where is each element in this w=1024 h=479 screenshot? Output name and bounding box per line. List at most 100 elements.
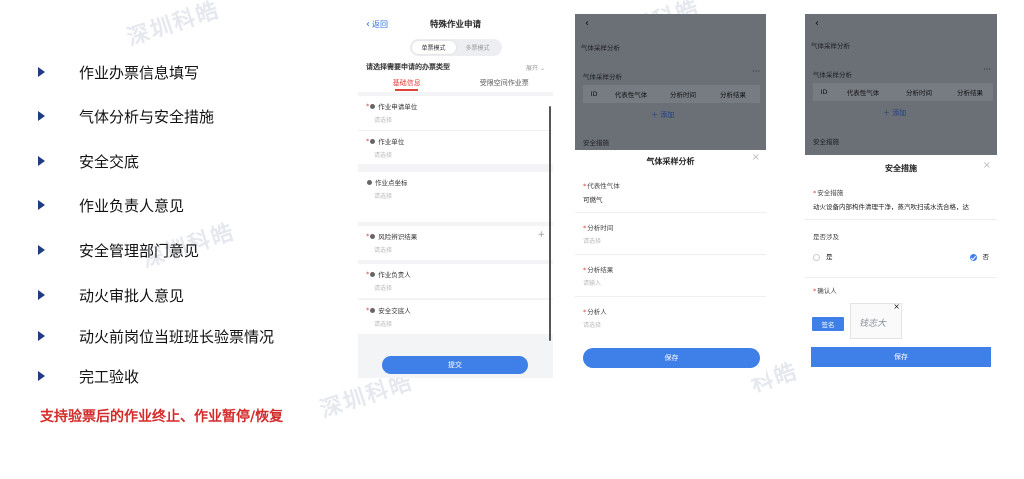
mode-switch: 单票模式 多票模式 (358, 34, 553, 60)
feature-text: 安全管理部门意见 (79, 241, 200, 260)
field-placeholder: 请选择 (374, 321, 393, 328)
form-field[interactable]: * 作业单位 请选择 (358, 130, 553, 164)
expand-button[interactable]: 展开 ⌄ (526, 63, 545, 72)
back-button[interactable]: ‹ 返回 (366, 19, 388, 30)
field-icon (370, 271, 376, 277)
radio-label: 是 (826, 253, 833, 261)
form-field[interactable]: * 安全交底人 请选择 (358, 300, 553, 334)
section-label: 气体采样分析 (583, 73, 622, 81)
column-header: 分析时间 (670, 91, 696, 99)
field-label: 分析人 (587, 308, 607, 316)
ticket-type-prompt: 请选择需要申请的办票类型 (366, 63, 450, 71)
form-field[interactable]: * 风险辨识结果 请选择 + (358, 226, 553, 260)
save-button[interactable]: 保存 (583, 348, 760, 368)
form-field[interactable]: *分析结果 请输入 (575, 264, 766, 287)
required-mark: * (366, 102, 370, 110)
tab-bar: 基础信息 受限空间作业票 (358, 74, 553, 92)
column-header: 分析结果 (720, 91, 746, 99)
form-field[interactable]: * 作业负责人 请选择 (358, 264, 553, 298)
submit-button[interactable]: 提交 (382, 356, 528, 374)
phone-gas-analysis: ‹ 气体采样分析 气体采样分析 ··· ID 代表性气体 分析时间 分析结果 ＋… (575, 14, 766, 378)
more-icon[interactable]: ··· (752, 67, 760, 76)
mode-single-button[interactable]: 单票模式 (411, 40, 456, 54)
add-button[interactable]: ＋ 添加 (651, 110, 674, 120)
field-label: 分析结果 (587, 266, 614, 274)
form-field[interactable]: *代表性气体 可燃气 (575, 180, 766, 204)
triangle-bullet-icon (38, 111, 45, 121)
more-icon[interactable]: ··· (983, 65, 991, 74)
involved-field: 是否涉及 是 否 (805, 231, 997, 261)
field-placeholder: 请选择 (374, 285, 393, 292)
feature-text: 作业负责人意见 (79, 196, 185, 215)
feature-text: 气体分析与安全措施 (79, 107, 215, 126)
column-header: 分析时间 (906, 89, 932, 97)
field-value: 动火设备内部构件清理干净，蒸汽吹扫或水洗合格，达 (813, 203, 969, 211)
feature-item: 动火前岗位当班班长验票情况 (38, 324, 274, 348)
field-label: 作业单位 (378, 138, 405, 146)
field-label: 作业点坐标 (375, 179, 408, 187)
tab-confined-space[interactable]: 受限空间作业票 (456, 74, 554, 92)
close-icon[interactable]: × (893, 302, 900, 311)
sheet-title: 气体采样分析 (646, 157, 695, 166)
field-label: 代表性气体 (587, 182, 620, 190)
plus-icon[interactable]: + (537, 230, 545, 240)
field-placeholder: 请选择 (583, 238, 602, 245)
feature-item: 作业负责人意见 (38, 193, 184, 217)
chevron-left-icon[interactable]: ‹ (815, 18, 819, 29)
triangle-bullet-icon (38, 245, 45, 255)
field-label: 安全措施 (817, 189, 844, 197)
add-button[interactable]: ＋ 添加 (883, 108, 906, 118)
field-icon (370, 233, 376, 239)
field-icon (370, 307, 376, 313)
safety-measures-sheet: 安全措施 × *安全措施 动火设备内部构件清理干净，蒸汽吹扫或水洗合格，达 是否… (805, 155, 997, 372)
table-header: ID 代表性气体 分析时间 分析结果 (813, 83, 993, 101)
tab-basic-info[interactable]: 基础信息 (358, 74, 456, 92)
close-icon[interactable]: × (752, 152, 760, 163)
feature-item: 气体分析与安全措施 (38, 104, 214, 128)
expand-label: 展开 (526, 64, 539, 72)
field-placeholder: 请选择 (374, 247, 393, 254)
close-icon[interactable]: × (983, 160, 991, 171)
field-label: 是否涉及 (813, 233, 839, 241)
section-label: 安全措施 (583, 139, 609, 147)
column-header: 代表性气体 (846, 89, 880, 97)
confirmer-field: *确认人 (813, 287, 837, 295)
section-label: 安全措施 (813, 138, 839, 146)
sign-button[interactable]: 签名 (812, 317, 844, 331)
section-label: 气体采样分析 (813, 71, 852, 79)
form-field[interactable]: *分析人 请选择 (575, 306, 766, 329)
save-button[interactable]: 保存 (811, 347, 991, 367)
field-label: 作业负责人 (378, 271, 411, 279)
radio-label: 否 (982, 253, 990, 261)
mode-multi-button[interactable]: 多票模式 (456, 41, 500, 54)
table-header: ID 代表性气体 分析时间 分析结果 (583, 85, 760, 103)
column-header: ID (820, 88, 828, 96)
add-label: 添加 (660, 111, 675, 119)
radio-yes[interactable]: 是 (813, 251, 833, 261)
field-value: 可燃气 (583, 196, 603, 204)
field-placeholder: 请输入 (583, 280, 602, 287)
triangle-bullet-icon (38, 290, 45, 300)
required-mark: * (366, 232, 370, 240)
triangle-bullet-icon (38, 331, 45, 341)
field-label: 确认人 (817, 287, 837, 295)
radio-no[interactable]: 否 (969, 251, 990, 261)
chevron-left-icon: ‹ (366, 18, 370, 30)
field-label: 安全交底人 (378, 307, 411, 315)
field-placeholder: 请选择 (583, 322, 602, 329)
form-field[interactable]: 作业点坐标 请选择 (358, 172, 553, 222)
feature-text: 动火前岗位当班班长验票情况 (79, 327, 275, 346)
scrollbar[interactable] (549, 106, 551, 341)
field-icon (367, 179, 372, 185)
field-label: 作业申请单位 (378, 103, 418, 111)
triangle-bullet-icon (38, 371, 45, 381)
back-label: 返回 (372, 19, 388, 29)
feature-item: 安全交底 (38, 149, 139, 173)
nav-bar: ‹ 返回 特殊作业申请 (358, 14, 553, 34)
feature-text: 作业办票信息填写 (79, 63, 200, 82)
chevron-left-icon[interactable]: ‹ (585, 18, 589, 29)
form-field[interactable]: *安全措施 动火设备内部构件清理干净，蒸汽吹扫或水洗合格，达 (805, 187, 997, 211)
form-field[interactable]: *分析时间 请选择 (575, 222, 766, 245)
column-header: 代表性气体 (614, 91, 648, 99)
feature-item: 动火审批人意见 (38, 283, 184, 307)
